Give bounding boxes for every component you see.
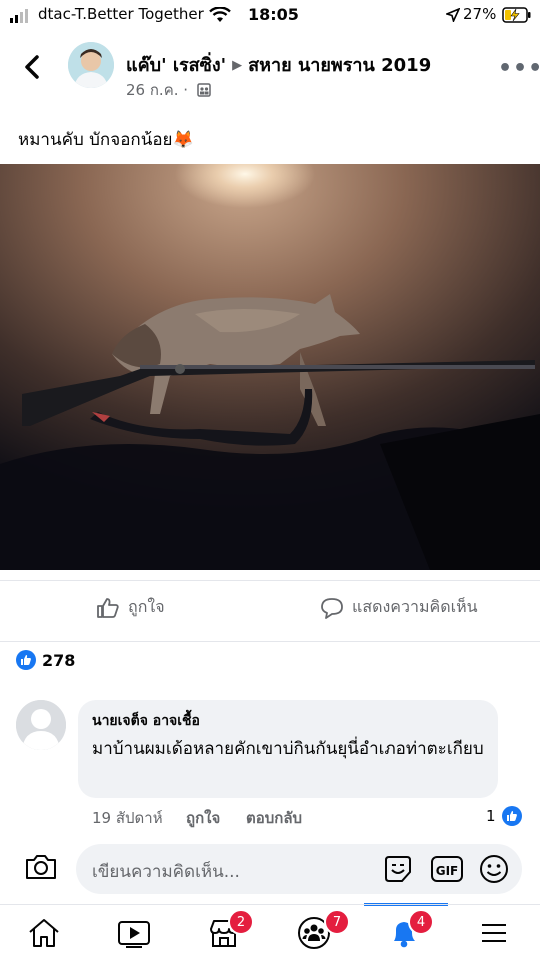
- reaction-count: 278: [42, 650, 76, 670]
- groups-tab[interactable]: 7: [296, 909, 350, 955]
- group-name[interactable]: สหาย นายพราน 2019: [248, 55, 431, 76]
- comment-time: 19 สัปดาห์: [92, 809, 163, 827]
- battery-charging-icon: [502, 7, 531, 23]
- author-avatar[interactable]: [68, 42, 114, 88]
- like-reaction-icon: [16, 650, 36, 670]
- marketplace-tab[interactable]: 2: [206, 909, 254, 955]
- fox-emoji: 🦊: [172, 130, 194, 150]
- carrier-name: dtac-T.Better Together: [38, 5, 204, 23]
- post-body: หมานคับ บักจอกน้อย: [18, 130, 173, 150]
- sticker-icon[interactable]: [382, 854, 414, 884]
- home-tab[interactable]: [26, 915, 66, 955]
- comment-text: มาบ้านผมเด้อหลายคักเขาบ่กินกันยุนี่อำเภอ…: [92, 739, 484, 759]
- commenter-name[interactable]: นายเจต็จ อาจเชื้อ: [92, 710, 200, 732]
- notifications-tab[interactable]: 4: [386, 909, 434, 955]
- comment-like-number: 1: [486, 807, 496, 825]
- post-text: หมานคับ บักจอกน้อย🦊: [18, 126, 194, 153]
- wifi-icon: [209, 7, 231, 22]
- post-meta: 26 ก.ค. ·: [126, 78, 211, 102]
- comment-bubble: นายเจต็จ อาจเชื้อ มาบ้านผมเด้อหลายคักเขา…: [78, 700, 498, 798]
- marketplace-badge: 2: [228, 909, 254, 935]
- hamburger-menu-icon: [482, 924, 506, 942]
- comment-composer[interactable]: เขียนความคิดเห็น... GIF: [76, 844, 522, 894]
- status-bar: dtac-T.Better Together 18:05 27%: [0, 0, 540, 30]
- gif-icon[interactable]: GIF: [430, 854, 464, 884]
- more-options-icon[interactable]: •••: [498, 56, 540, 81]
- comment-icon: [321, 597, 343, 619]
- comment-label: แสดงความคิดเห็น: [352, 597, 478, 616]
- dead-fox-with-rifle-photo: [0, 164, 540, 570]
- post-photo[interactable]: [0, 164, 540, 570]
- caret-right-icon: ▶: [232, 58, 243, 73]
- groups-badge: 7: [324, 909, 350, 935]
- avatar-photo: [68, 42, 114, 88]
- emoji-icon[interactable]: [478, 853, 510, 885]
- reaction-summary[interactable]: 278: [16, 650, 75, 670]
- svg-text:GIF: GIF: [436, 864, 459, 878]
- post-actions: ถูกใจ แสดงความคิดเห็น: [0, 580, 540, 642]
- post-header: แค๊บ' เรสซิ่ง' ▶ สหาย นายพราน 2019 26 ก.ค.…: [0, 36, 540, 106]
- home-icon: [29, 919, 59, 947]
- comment-reply-button[interactable]: ตอบกลับ: [246, 806, 302, 830]
- like-button[interactable]: ถูกใจ: [96, 595, 165, 620]
- video-play-icon: [118, 921, 150, 948]
- comment-input-placeholder[interactable]: เขียนความคิดเห็น...: [92, 858, 240, 885]
- comment-like-count: 1: [486, 806, 522, 826]
- back-icon[interactable]: [22, 54, 42, 80]
- thumbs-up-icon: [97, 597, 119, 618]
- notifications-badge: 4: [408, 909, 434, 935]
- location-arrow-icon: [446, 8, 460, 22]
- comment-button[interactable]: แสดงความคิดเห็น: [320, 595, 478, 620]
- watch-tab[interactable]: [116, 915, 156, 955]
- clock: 18:05: [248, 5, 299, 24]
- comment-like-icon: [501, 806, 522, 826]
- battery-percent: 27%: [463, 5, 497, 23]
- menu-tab[interactable]: [476, 915, 516, 955]
- like-label: ถูกใจ: [128, 597, 165, 616]
- bottom-nav: 2 7 4: [0, 904, 540, 961]
- commenter-avatar[interactable]: [16, 700, 66, 750]
- camera-icon[interactable]: [24, 852, 58, 882]
- comment-like-button[interactable]: ถูกใจ: [186, 806, 220, 830]
- default-profile-icon: [16, 700, 66, 750]
- post-title: แค๊บ' เรสซิ่ง' ▶ สหาย นายพราน 2019: [126, 50, 431, 79]
- post-date[interactable]: 26 ก.ค. ·: [126, 81, 188, 99]
- author-name[interactable]: แค๊บ' เรสซิ่ง': [126, 55, 226, 76]
- signal-icon: [10, 9, 28, 23]
- group-audience-icon: [197, 83, 211, 97]
